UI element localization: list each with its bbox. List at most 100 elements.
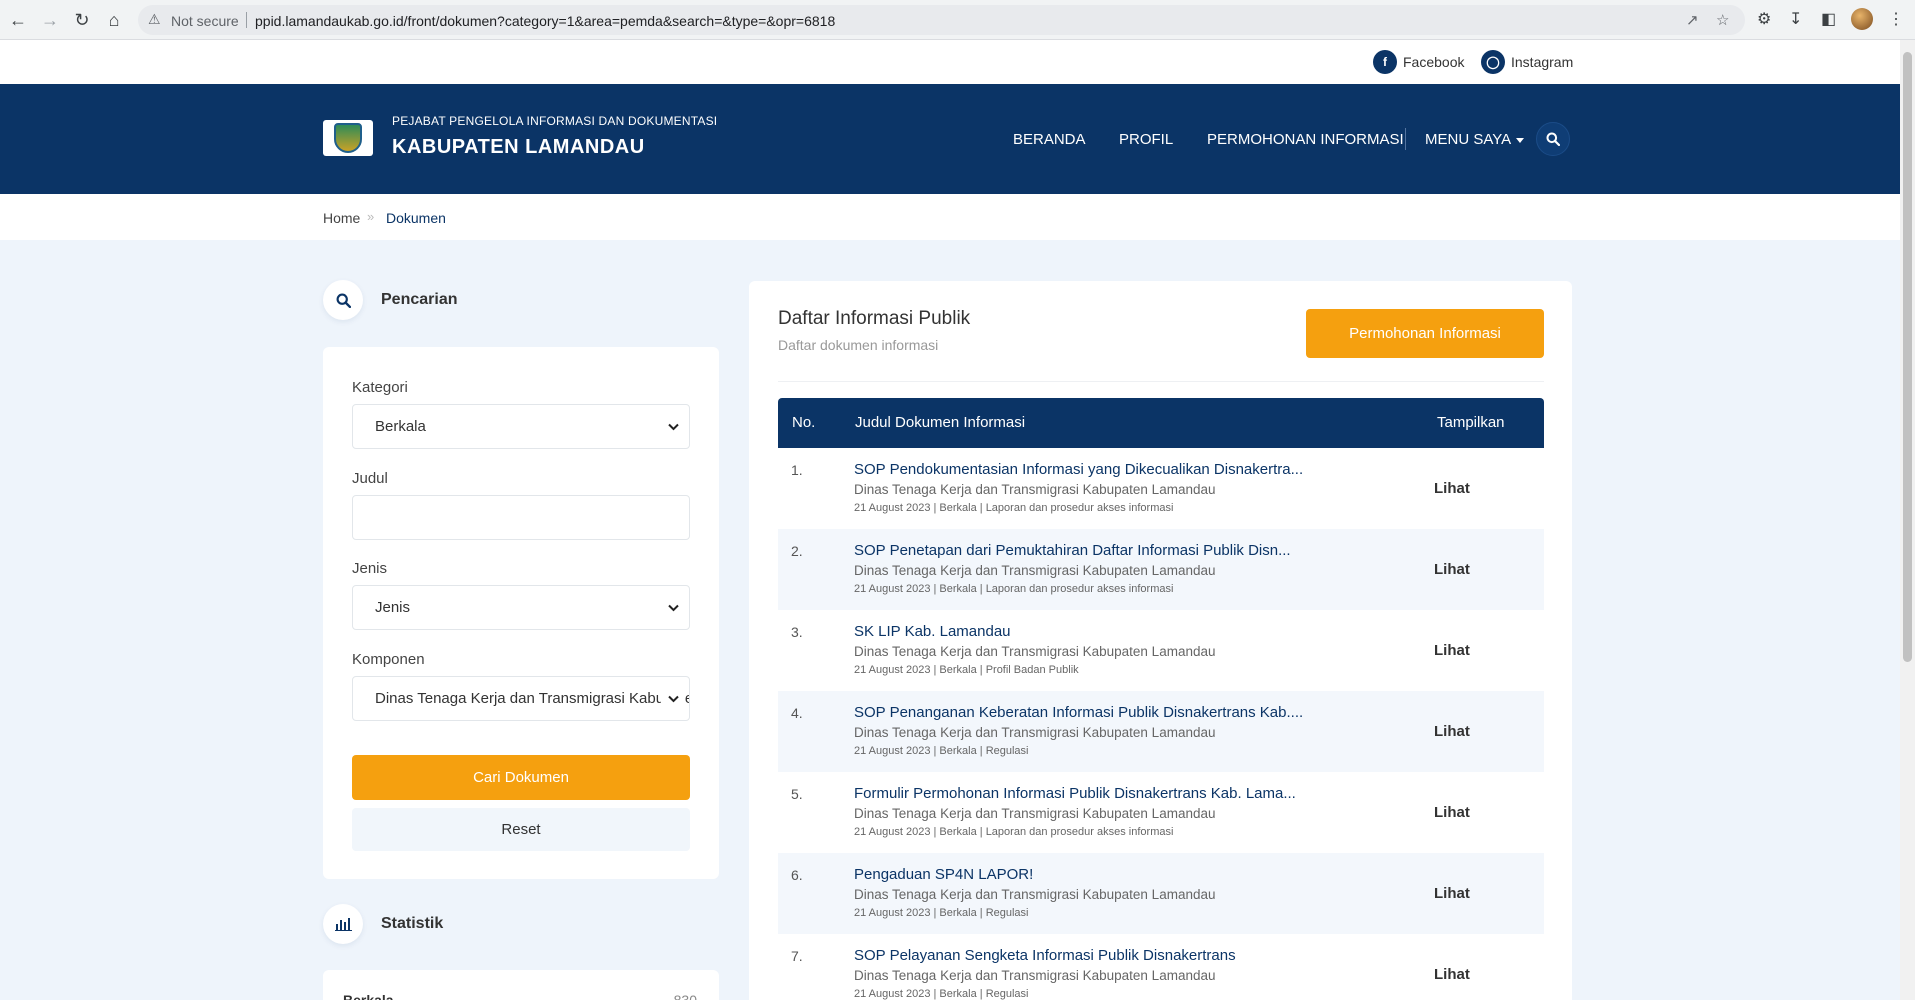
site-logo[interactable] xyxy=(323,120,373,156)
search-section-title: Pencarian xyxy=(381,291,458,308)
column-header-judul: Judul Dokumen Informasi xyxy=(855,414,1026,431)
document-title-link[interactable]: Formulir Permohonan Informasi Publik Dis… xyxy=(854,785,1296,802)
nav-profil[interactable]: PROFIL xyxy=(1119,131,1173,148)
nav-menu-saya[interactable]: MENU SAYA xyxy=(1425,131,1525,148)
page-title: Daftar Informasi Publik xyxy=(778,308,971,329)
scrollbar-thumb[interactable] xyxy=(1903,52,1912,662)
page-subtitle: Daftar dokumen informasi xyxy=(778,337,939,353)
table-row: 5. Formulir Permohonan Informasi Publik D… xyxy=(778,772,1544,853)
breadcrumb-home[interactable]: Home xyxy=(323,210,360,226)
table-header: No. Judul Dokumen Informasi Tampilkan xyxy=(778,398,1544,448)
kategori-select[interactable]: Berkala xyxy=(352,404,690,449)
nav-divider xyxy=(1405,128,1406,150)
lihat-link[interactable]: Lihat xyxy=(1434,480,1470,497)
nav-beranda[interactable]: BERANDA xyxy=(1013,131,1086,148)
search-section-icon-wrap xyxy=(323,280,363,320)
more-icon[interactable]: ⋮ xyxy=(1888,9,1904,29)
document-meta: 21 August 2023 | Berkala | Regulasi xyxy=(854,907,1029,919)
lihat-link[interactable]: Lihat xyxy=(1434,723,1470,740)
table-row: 4. SOP Penanganan Keberatan Informasi Pub… xyxy=(778,691,1544,772)
breadcrumb-separator-icon: » xyxy=(367,209,375,224)
brand-subtitle: PEJABAT PENGELOLA INFORMASI DAN DOKUMENT… xyxy=(392,114,718,128)
table-row: 3. SK LIP Kab. Lamandau Dinas Tenaga Kerja… xyxy=(778,610,1544,691)
document-title-link[interactable]: SOP Pendokumentasian Informasi yang Dike… xyxy=(854,461,1303,478)
jenis-label: Jenis xyxy=(352,560,388,577)
forward-icon[interactable]: → xyxy=(38,8,62,32)
row-number: 7. xyxy=(791,948,803,964)
lihat-link[interactable]: Lihat xyxy=(1434,642,1470,659)
jenis-select[interactable]: Jenis xyxy=(352,585,690,630)
warning-icon: ⚠ xyxy=(148,11,161,27)
breadcrumb-current: Dokumen xyxy=(386,210,446,226)
table-row: 6. Pengaduan SP4N LAPOR! Dinas Tenaga Kerj… xyxy=(778,853,1544,934)
url-text[interactable]: ppid.lamandaukab.go.id/front/dokumen?cat… xyxy=(255,13,835,29)
komponen-label: Komponen xyxy=(352,651,425,668)
document-meta: 21 August 2023 | Berkala | Profil Badan … xyxy=(854,664,1079,676)
facebook-icon: f xyxy=(1373,50,1397,74)
stats-card: Berkala 830 xyxy=(323,970,719,1000)
document-agency: Dinas Tenaga Kerja dan Transmigrasi Kabu… xyxy=(854,644,1216,659)
document-agency: Dinas Tenaga Kerja dan Transmigrasi Kabu… xyxy=(854,887,1216,902)
reset-button[interactable]: Reset xyxy=(352,808,690,851)
home-icon[interactable]: ⌂ xyxy=(102,8,126,32)
header-search-button[interactable] xyxy=(1536,122,1570,156)
lihat-link[interactable]: Lihat xyxy=(1434,885,1470,902)
instagram-icon: ◯ xyxy=(1481,50,1505,74)
reload-icon[interactable]: ↻ xyxy=(70,8,94,32)
bar-chart-icon xyxy=(334,918,352,931)
star-icon[interactable]: ☆ xyxy=(1716,11,1729,29)
row-number: 4. xyxy=(791,705,803,721)
row-number: 1. xyxy=(791,462,803,478)
avatar[interactable] xyxy=(1851,8,1873,30)
stats-section-icon-wrap xyxy=(323,904,363,944)
stat-label: Berkala xyxy=(343,992,394,1000)
document-meta: 21 August 2023 | Berkala | Laporan dan p… xyxy=(854,826,1174,838)
jenis-value: Jenis xyxy=(375,599,411,616)
address-divider xyxy=(246,12,247,28)
stats-section-title: Statistik xyxy=(381,915,444,932)
site-header: PEJABAT PENGELOLA INFORMASI DAN DOKUMENT… xyxy=(0,84,1900,194)
lihat-link[interactable]: Lihat xyxy=(1434,561,1470,578)
cari-dokumen-button[interactable]: Cari Dokumen xyxy=(352,755,690,800)
nav-menu-saya-label: MENU SAYA xyxy=(1425,131,1512,148)
extensions-icon[interactable]: ⚙ xyxy=(1757,9,1771,29)
kategori-value: Berkala xyxy=(375,418,426,435)
social-bar: f Facebook ◯ Instagram xyxy=(0,40,1900,84)
facebook-label: Facebook xyxy=(1403,54,1465,70)
lihat-link[interactable]: Lihat xyxy=(1434,966,1470,983)
document-agency: Dinas Tenaga Kerja dan Transmigrasi Kabu… xyxy=(854,725,1216,740)
back-icon[interactable]: ← xyxy=(6,8,30,32)
instagram-link[interactable]: ◯ Instagram xyxy=(1481,50,1573,74)
lihat-link[interactable]: Lihat xyxy=(1434,804,1470,821)
row-number: 6. xyxy=(791,867,803,883)
permohonan-informasi-button[interactable]: Permohonan Informasi xyxy=(1306,309,1544,358)
row-number: 3. xyxy=(791,624,803,640)
komponen-select[interactable]: Dinas Tenaga Kerja dan Transmigrasi Kabu… xyxy=(352,676,690,721)
document-agency: Dinas Tenaga Kerja dan Transmigrasi Kabu… xyxy=(854,806,1216,821)
nav-permohonan[interactable]: PERMOHONAN INFORMASI xyxy=(1207,131,1404,148)
emblem-icon xyxy=(334,123,362,153)
search-icon xyxy=(1546,132,1560,146)
chevron-down-icon xyxy=(661,594,685,622)
stat-value: 830 xyxy=(673,992,697,1000)
share-icon[interactable]: ↗ xyxy=(1686,11,1699,29)
download-icon[interactable]: ↧ xyxy=(1789,9,1802,29)
document-agency: Dinas Tenaga Kerja dan Transmigrasi Kabu… xyxy=(854,968,1216,983)
page-scrollbar[interactable] xyxy=(1900,40,1915,1000)
header-divider xyxy=(778,381,1544,382)
search-form-card: Kategori Berkala Judul Jenis Jenis Kompo… xyxy=(323,347,719,879)
document-title-link[interactable]: SK LIP Kab. Lamandau xyxy=(854,623,1011,640)
row-number: 2. xyxy=(791,543,803,559)
document-title-link[interactable]: SOP Penetapan dari Pemuktahiran Daftar I… xyxy=(854,542,1291,559)
table-row: 2. SOP Penetapan dari Pemuktahiran Daftar… xyxy=(778,529,1544,610)
address-bar[interactable]: ⚠ Not secure ppid.lamandaukab.go.id/fron… xyxy=(138,5,1745,35)
document-title-link[interactable]: SOP Penanganan Keberatan Informasi Publi… xyxy=(854,704,1303,721)
judul-input[interactable] xyxy=(352,495,690,540)
document-title-link[interactable]: SOP Pelayanan Sengketa Informasi Publik … xyxy=(854,947,1236,964)
brand-title[interactable]: KABUPATEN LAMANDAU xyxy=(392,136,645,159)
facebook-link[interactable]: f Facebook xyxy=(1373,50,1464,74)
document-meta: 21 August 2023 | Berkala | Laporan dan p… xyxy=(854,502,1174,514)
chevron-down-icon xyxy=(661,413,685,441)
document-title-link[interactable]: Pengaduan SP4N LAPOR! xyxy=(854,866,1033,883)
sidepanel-icon[interactable]: ◧ xyxy=(1821,9,1836,29)
